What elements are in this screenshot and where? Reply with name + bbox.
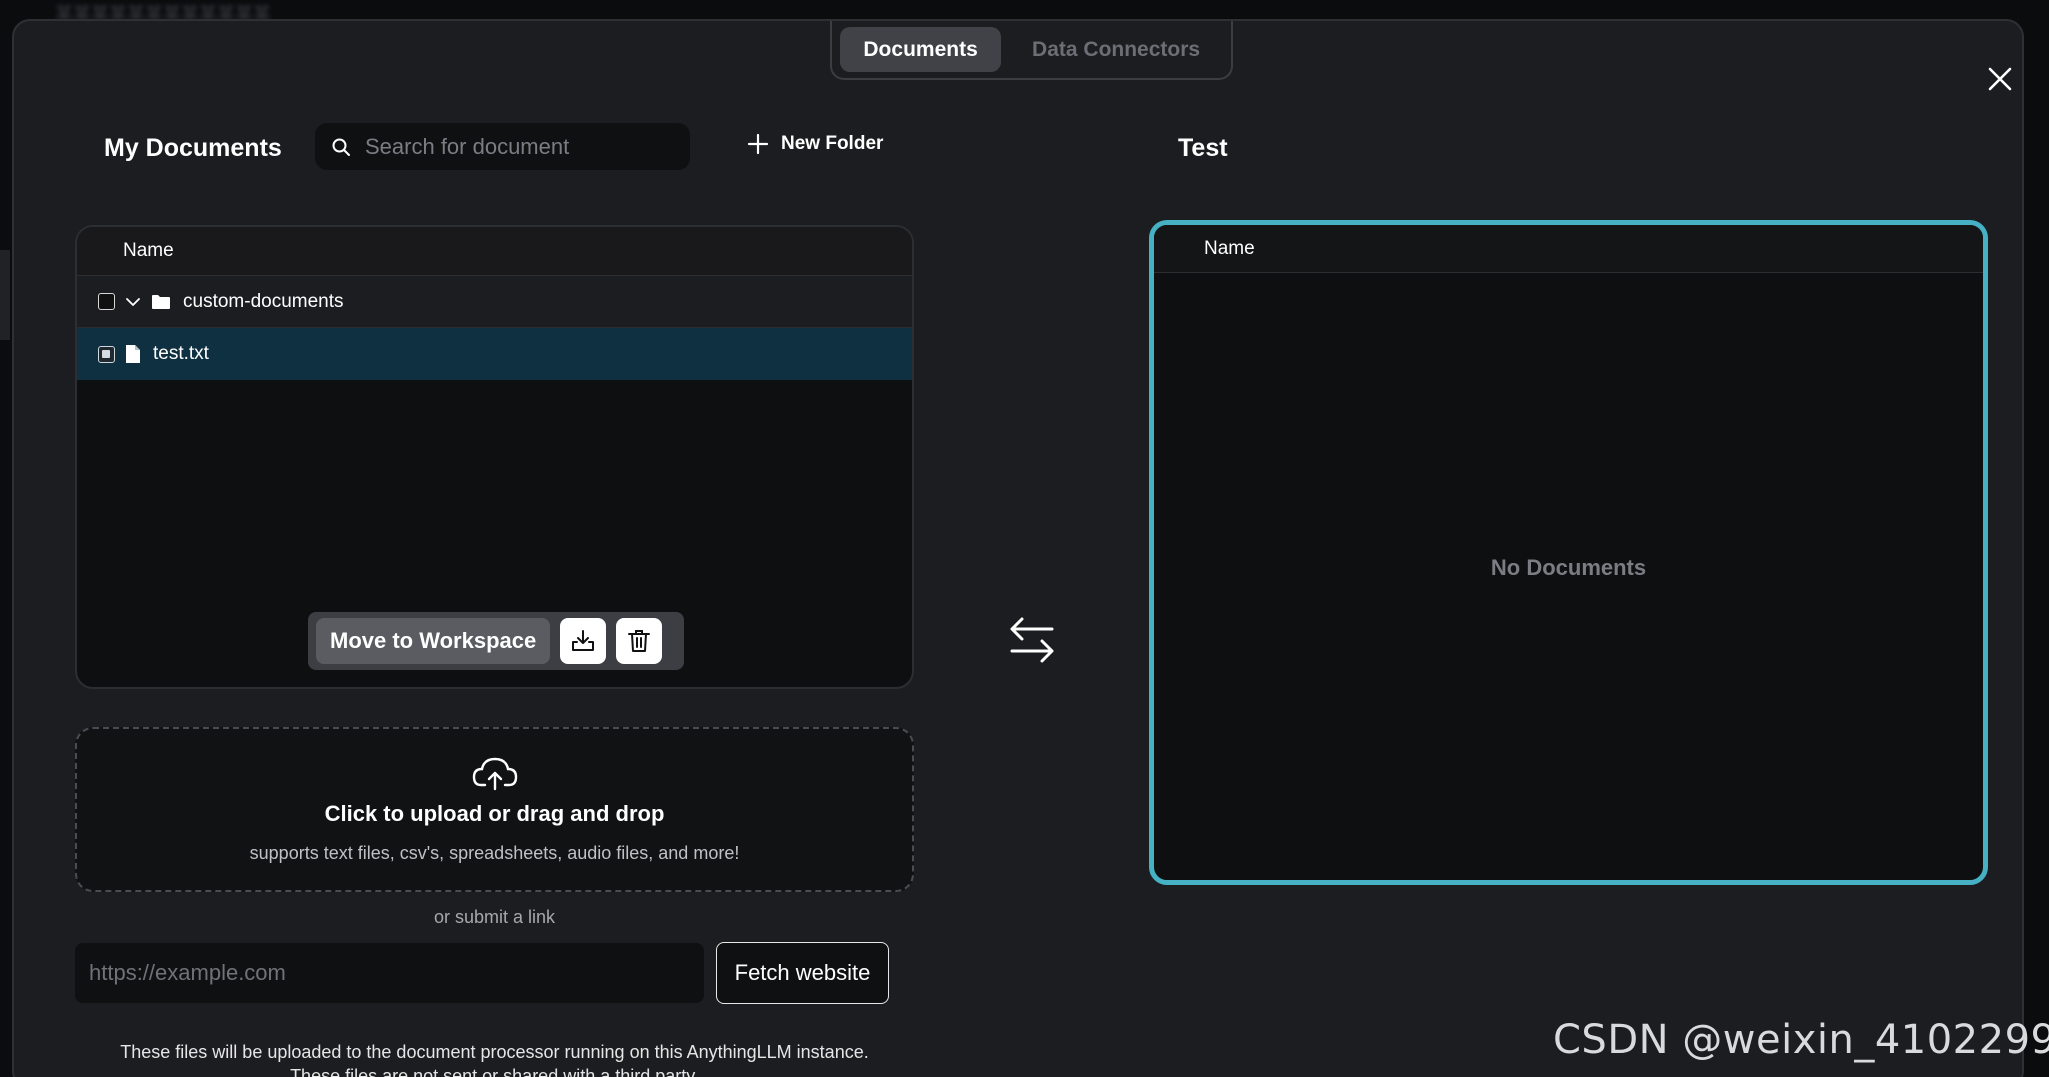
url-input[interactable]: [75, 943, 704, 1003]
table-row-file[interactable]: test.txt: [77, 328, 912, 380]
upload-title: Click to upload or drag and drop: [324, 801, 665, 826]
fetch-website-button[interactable]: Fetch website: [716, 942, 889, 1004]
cloud-upload-icon: [472, 757, 517, 791]
background-blurred-text: 某某某某某某某某某某某某: [55, 4, 271, 24]
documents-table: Name custom-documents test.txt Move to W…: [75, 225, 914, 689]
search-box[interactable]: [315, 123, 690, 170]
upload-subtitle: supports text files, csv's, spreadsheets…: [249, 843, 740, 863]
footnote-line-2: These files are not sent or shared with …: [290, 1066, 699, 1077]
download-tray-icon: [572, 630, 595, 651]
move-to-workspace-button[interactable]: Move to Workspace: [316, 618, 551, 664]
background-edge: [0, 250, 10, 340]
table-header-name: Name: [77, 227, 912, 276]
move-to-folder-button[interactable]: [560, 618, 607, 664]
workspace-title: Test: [1178, 134, 1228, 162]
file-icon: [125, 344, 141, 364]
row-name: custom-documents: [183, 290, 344, 312]
row-checkbox[interactable]: [98, 293, 115, 310]
close-button[interactable]: [1986, 65, 2014, 93]
document-manager-modal: Documents Data Connectors My Documents N…: [12, 19, 2024, 1077]
selection-action-bar: Move to Workspace: [308, 612, 684, 670]
upload-dropzone[interactable]: Click to upload or drag and drop support…: [75, 727, 914, 892]
workspace-documents-table[interactable]: Name No Documents: [1149, 220, 1988, 885]
trash-icon: [628, 630, 651, 652]
footnote-line-1: These files will be uploaded to the docu…: [120, 1042, 869, 1062]
chevron-down-icon[interactable]: [125, 294, 141, 310]
swap-arrows-icon: [1010, 617, 1054, 663]
my-documents-title: My Documents: [104, 134, 282, 162]
or-submit-link-text: or submit a link: [433, 907, 556, 927]
row-name: test.txt: [153, 343, 209, 364]
tab-data-connectors[interactable]: Data Connectors: [1009, 27, 1223, 72]
delete-button[interactable]: [616, 618, 663, 664]
table-row-folder[interactable]: custom-documents: [77, 276, 912, 328]
tab-bar: Documents Data Connectors: [830, 21, 1233, 80]
watermark: CSDN @weixin_410229922: [1553, 1017, 2049, 1063]
row-checkbox[interactable]: [98, 345, 115, 363]
tab-documents[interactable]: Documents: [840, 27, 1002, 72]
folder-icon: [151, 294, 171, 310]
workspace-table-header-name: Name: [1154, 225, 1983, 273]
close-icon: [1988, 67, 2012, 91]
plus-icon: [747, 133, 769, 155]
new-folder-label: New Folder: [781, 133, 884, 154]
upload-footnote: These files will be uploaded to the docu…: [75, 1040, 914, 1077]
search-icon: [332, 138, 350, 156]
empty-state-text: No Documents: [1490, 555, 1647, 580]
search-input[interactable]: [365, 133, 665, 160]
new-folder-button[interactable]: New Folder: [747, 133, 883, 155]
